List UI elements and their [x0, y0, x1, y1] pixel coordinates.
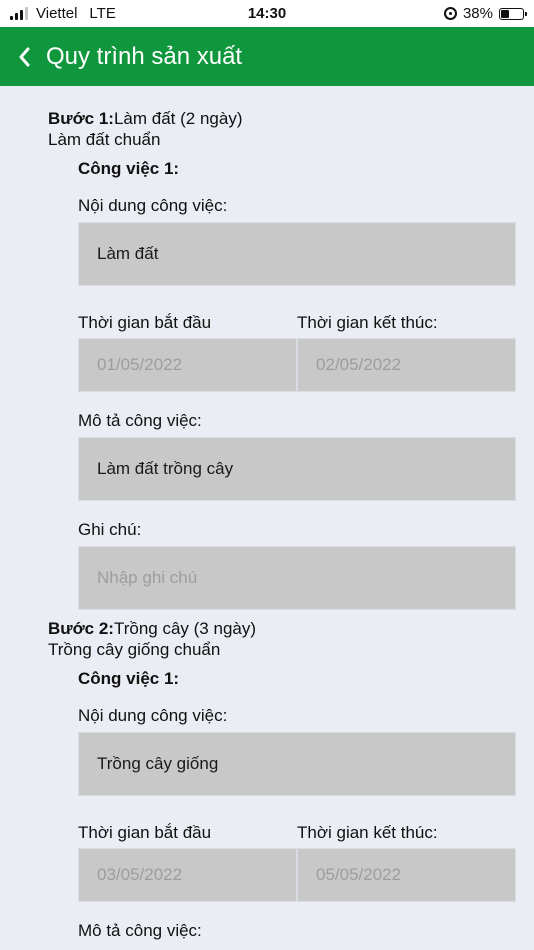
- content-field-wrap: Trồng cây giống: [78, 732, 516, 796]
- page-title: Quy trình sản xuất: [46, 42, 243, 70]
- status-right: 38%: [443, 5, 527, 22]
- back-button[interactable]: [2, 27, 46, 86]
- desc-group: Mô tả công việc:: [78, 920, 202, 942]
- start-date-label: Thời gian bắt đầu: [78, 313, 212, 332]
- task-1: Công việc 1:: [78, 666, 179, 691]
- content-label: Nội dung công việc:: [78, 196, 228, 215]
- step-description: Trồng cây giống chuẩn: [48, 640, 221, 659]
- step-description: Làm đất chuẩn: [48, 130, 161, 149]
- start-date-field[interactable]: 01/05/2022: [78, 338, 297, 392]
- content-group: Nội dung công việc:: [78, 705, 227, 727]
- end-date-field[interactable]: 05/05/2022: [297, 848, 516, 902]
- date-fields: 03/05/2022 05/05/2022: [78, 848, 516, 902]
- content-group: Nội dung công việc:: [78, 195, 227, 217]
- process-content[interactable]: Bước 1:Làm đất (2 ngày) Làm đất chuẩn Cô…: [0, 86, 534, 950]
- task-1: Công việc 1:: [78, 156, 179, 181]
- desc-field-wrap: Làm đất trồng cây: [78, 437, 516, 501]
- content-label: Nội dung công việc:: [78, 706, 228, 725]
- description-field[interactable]: Làm đất trồng cây: [78, 437, 516, 501]
- battery-percent: 38%: [462, 5, 493, 22]
- step-label: Bước 1:: [48, 109, 114, 128]
- step-header: Bước 2:Trồng cây (3 ngày) Trồng cây giốn…: [48, 618, 534, 660]
- end-date-label: Thời gian kết thúc:: [297, 823, 438, 842]
- rotation-lock-icon: [443, 7, 457, 20]
- date-labels: Thời gian bắt đầu Thời gian kết thúc:: [78, 822, 516, 844]
- date-fields: 01/05/2022 02/05/2022: [78, 338, 516, 392]
- date-labels: Thời gian bắt đầu Thời gian kết thúc:: [78, 312, 516, 334]
- step-name: Trồng cây (3 ngày): [113, 619, 257, 638]
- desc-group: Mô tả công việc:: [78, 410, 202, 432]
- status-bar: Viettel LTE 14:30 38%: [0, 0, 534, 27]
- task-title: Công việc 1:: [78, 669, 180, 688]
- content-field[interactable]: Làm đất: [78, 222, 516, 286]
- note-label: Ghi chú:: [78, 520, 142, 539]
- note-field-wrap: Nhập ghi chú: [78, 546, 516, 610]
- step-name: Làm đất (2 ngày): [113, 109, 243, 128]
- note-input[interactable]: Nhập ghi chú: [78, 546, 516, 610]
- description-label: Mô tả công việc:: [78, 921, 202, 940]
- content-field[interactable]: Trồng cây giống: [78, 732, 516, 796]
- step-2: Bước 2:Trồng cây (3 ngày) Trồng cây giốn…: [0, 618, 534, 660]
- end-date-label: Thời gian kết thúc:: [297, 313, 438, 332]
- step-1: Bước 1:Làm đất (2 ngày) Làm đất chuẩn: [0, 108, 534, 150]
- step-label: Bước 2:: [48, 619, 114, 638]
- chevron-left-icon: [19, 47, 30, 66]
- note-group: Ghi chú:: [78, 519, 141, 541]
- start-date-field[interactable]: 03/05/2022: [78, 848, 297, 902]
- content-field-wrap: Làm đất: [78, 222, 516, 286]
- description-label: Mô tả công việc:: [78, 411, 202, 430]
- end-date-field[interactable]: 02/05/2022: [297, 338, 516, 392]
- battery-icon: [499, 7, 527, 20]
- task-title: Công việc 1:: [78, 159, 180, 178]
- step-header: Bước 1:Làm đất (2 ngày) Làm đất chuẩn: [48, 108, 534, 150]
- start-date-label: Thời gian bắt đầu: [78, 823, 212, 842]
- app-header: Quy trình sản xuất: [0, 27, 534, 86]
